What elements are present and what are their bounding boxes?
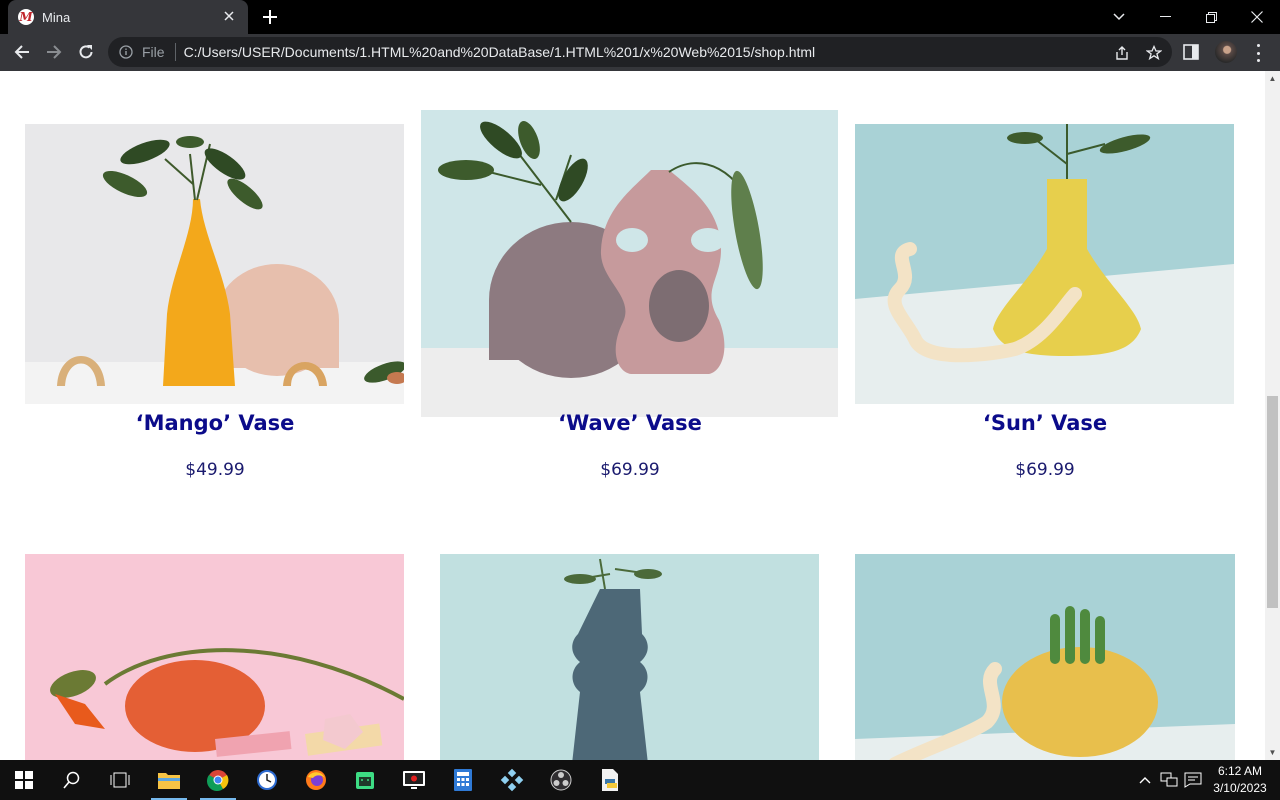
reload-icon[interactable] — [72, 38, 100, 66]
screen-recorder-icon[interactable] — [390, 760, 438, 800]
python-file-icon[interactable] — [586, 760, 634, 800]
minimize-button[interactable] — [1142, 0, 1188, 34]
android-studio-icon[interactable] — [341, 760, 389, 800]
site-info-icon[interactable] — [118, 44, 134, 60]
start-windows-icon[interactable] — [0, 760, 48, 800]
sun-vase-image[interactable] — [855, 124, 1234, 404]
clock-time: 6:12 AM — [1217, 764, 1263, 778]
search-icon[interactable] — [48, 760, 96, 800]
back-arrow-icon[interactable] — [8, 38, 36, 66]
site-favicon-icon: M — [18, 9, 34, 25]
tab-strip: M Mina — [0, 0, 1280, 34]
browser-tab[interactable]: M Mina — [8, 0, 248, 34]
task-view-icon[interactable] — [96, 760, 144, 800]
product-price-wave: $69.99 — [600, 460, 660, 480]
tab-close-icon[interactable] — [220, 8, 238, 26]
product-name-wave[interactable]: ‘Wave’ Vase — [440, 411, 820, 435]
forward-arrow-icon[interactable] — [40, 38, 68, 66]
chrome-taskbar-icon[interactable] — [194, 760, 242, 800]
firefox-icon[interactable] — [292, 760, 340, 800]
product-price-mango: $49.99 — [185, 460, 245, 480]
side-panel-icon[interactable] — [1183, 44, 1201, 60]
product-price-sun: $69.99 — [1015, 460, 1075, 480]
cactus-vase-image[interactable] — [855, 554, 1235, 760]
new-tab-button[interactable] — [258, 6, 282, 28]
show-hidden-icons-chevron-icon[interactable] — [1135, 760, 1155, 800]
restore-button[interactable] — [1188, 0, 1234, 34]
system-clock[interactable]: 6:12 AM 3/10/2023 — [1206, 763, 1274, 797]
bookmark-star-icon[interactable] — [1144, 44, 1164, 62]
notifications-icon[interactable] — [1181, 760, 1205, 800]
obs-icon[interactable] — [537, 760, 585, 800]
chrome-menu-icon[interactable] — [1250, 42, 1266, 64]
close-window-button[interactable] — [1234, 0, 1280, 34]
page-scrollbar[interactable]: ▲ ▼ — [1265, 71, 1280, 760]
game-controller-icon[interactable] — [488, 760, 536, 800]
network-icon[interactable] — [1157, 760, 1181, 800]
tab-search-icon[interactable] — [1104, 0, 1134, 34]
omnibox-divider — [174, 43, 176, 61]
pink-vase-image[interactable] — [25, 554, 404, 760]
share-icon[interactable] — [1112, 44, 1132, 62]
scrollbar-thumb[interactable] — [1267, 396, 1278, 608]
wave-vase-image[interactable] — [421, 110, 838, 417]
favicon-letter: M — [19, 10, 33, 24]
calculator-icon[interactable] — [439, 760, 487, 800]
url-scheme-label: File — [142, 44, 165, 60]
browser-toolbar: File C:/Users/USER/Documents/1.HTML%20an… — [0, 34, 1280, 71]
mango-vase-image[interactable] — [25, 124, 404, 404]
file-explorer-icon[interactable] — [145, 760, 193, 800]
clock-app-icon[interactable] — [243, 760, 291, 800]
scroll-down-arrow-icon[interactable]: ▼ — [1265, 745, 1280, 760]
blue-vase-image[interactable] — [440, 554, 819, 760]
windows-taskbar: 6:12 AM 3/10/2023 — [0, 760, 1280, 800]
clock-date: 3/10/2023 — [1213, 781, 1267, 795]
address-bar[interactable]: File C:/Users/USER/Documents/1.HTML%20an… — [108, 37, 1172, 67]
page-viewport: ‘Mango’ Vase $49.99 ‘Wave’ Vase $69.99 ‘… — [0, 71, 1280, 760]
tab-title: Mina — [42, 9, 71, 25]
scroll-up-arrow-icon[interactable]: ▲ — [1265, 71, 1280, 86]
product-name-mango[interactable]: ‘Mango’ Vase — [25, 411, 405, 435]
product-name-sun[interactable]: ‘Sun’ Vase — [855, 411, 1235, 435]
profile-avatar[interactable] — [1215, 41, 1237, 63]
url-text[interactable]: C:/Users/USER/Documents/1.HTML%20and%20D… — [184, 44, 816, 60]
